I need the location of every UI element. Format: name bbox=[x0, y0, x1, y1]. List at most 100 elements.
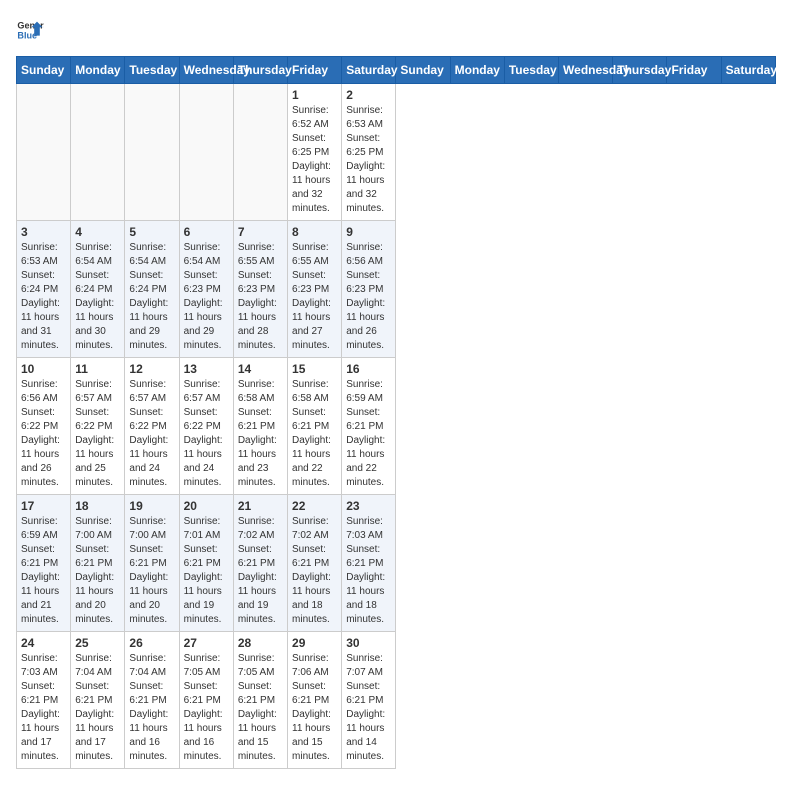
col-header-sunday: Sunday bbox=[396, 57, 450, 84]
week-row-4: 24Sunrise: 7:03 AM Sunset: 6:21 PM Dayli… bbox=[17, 632, 776, 769]
col-header-friday: Friday bbox=[667, 57, 721, 84]
calendar-cell: 15Sunrise: 6:58 AM Sunset: 6:21 PM Dayli… bbox=[288, 358, 342, 495]
header-thursday: Thursday bbox=[233, 57, 287, 84]
calendar-cell: 24Sunrise: 7:03 AM Sunset: 6:21 PM Dayli… bbox=[17, 632, 71, 769]
calendar-cell: 11 Sunrise: 6:57 AM Sunset: 6:22 PM Dayli… bbox=[71, 358, 125, 495]
calendar-cell bbox=[233, 84, 287, 221]
calendar-cell: 4 Sunrise: 6:54 AM Sunset: 6:24 PM Daylig… bbox=[71, 221, 125, 358]
header-sunday: Sunday bbox=[17, 57, 71, 84]
day-info: Sunrise: 6:57 AM Sunset: 6:22 PM Dayligh… bbox=[75, 378, 120, 490]
day-number: 20 bbox=[184, 499, 229, 513]
day-info: Sunrise: 6:55 AM Sunset: 6:23 PM Dayligh… bbox=[292, 241, 337, 353]
day-info: Sunrise: 6:52 AM Sunset: 6:25 PM Dayligh… bbox=[292, 104, 337, 216]
calendar-cell: 17 Sunrise: 6:59 AM Sunset: 6:21 PM Dayli… bbox=[17, 495, 71, 632]
calendar-cell: 21 Sunrise: 7:02 AM Sunset: 6:21 PM Dayli… bbox=[233, 495, 287, 632]
day-info: Sunrise: 6:58 AM Sunset: 6:21 PM Dayligh… bbox=[292, 378, 337, 490]
day-number: 19 bbox=[129, 499, 174, 513]
day-info: Sunrise: 6:54 AM Sunset: 6:24 PM Dayligh… bbox=[75, 241, 120, 353]
day-number: 18 bbox=[75, 499, 120, 513]
day-number: 26 bbox=[129, 636, 174, 650]
day-info: Sunrise: 7:05 AM Sunset: 6:21 PM Dayligh… bbox=[184, 652, 229, 764]
day-number: 1 bbox=[292, 88, 337, 102]
day-info: Sunrise: 6:53 AM Sunset: 6:25 PM Dayligh… bbox=[346, 104, 391, 216]
calendar-cell: 18 Sunrise: 7:00 AM Sunset: 6:21 PM Dayli… bbox=[71, 495, 125, 632]
day-info: Sunrise: 6:54 AM Sunset: 6:24 PM Dayligh… bbox=[129, 241, 174, 353]
day-info: Sunrise: 7:00 AM Sunset: 6:21 PM Dayligh… bbox=[75, 515, 120, 627]
header-saturday: Saturday bbox=[342, 57, 396, 84]
day-number: 11 bbox=[75, 362, 120, 376]
day-info: Sunrise: 6:59 AM Sunset: 6:21 PM Dayligh… bbox=[21, 515, 66, 627]
day-info: Sunrise: 7:00 AM Sunset: 6:21 PM Dayligh… bbox=[129, 515, 174, 627]
col-header-tuesday: Tuesday bbox=[504, 57, 558, 84]
day-number: 3 bbox=[21, 225, 66, 239]
header-wednesday: Wednesday bbox=[179, 57, 233, 84]
col-header-wednesday: Wednesday bbox=[559, 57, 613, 84]
calendar-cell: 13 Sunrise: 6:57 AM Sunset: 6:22 PM Dayli… bbox=[179, 358, 233, 495]
calendar-cell: 10Sunrise: 6:56 AM Sunset: 6:22 PM Dayli… bbox=[17, 358, 71, 495]
calendar-cell: 22 Sunrise: 7:02 AM Sunset: 6:21 PM Dayli… bbox=[288, 495, 342, 632]
day-number: 25 bbox=[75, 636, 120, 650]
header: General Blue bbox=[16, 16, 776, 44]
calendar-cell: 28Sunrise: 7:05 AM Sunset: 6:21 PM Dayli… bbox=[233, 632, 287, 769]
day-number: 28 bbox=[238, 636, 283, 650]
day-number: 5 bbox=[129, 225, 174, 239]
header-tuesday: Tuesday bbox=[125, 57, 179, 84]
calendar-cell: 26 Sunrise: 7:04 AM Sunset: 6:21 PM Dayli… bbox=[125, 632, 179, 769]
svg-text:Blue: Blue bbox=[17, 30, 37, 40]
col-header-monday: Monday bbox=[450, 57, 504, 84]
calendar-cell: 29Sunrise: 7:06 AM Sunset: 6:21 PM Dayli… bbox=[288, 632, 342, 769]
day-number: 30 bbox=[346, 636, 391, 650]
calendar-cell: 23 Sunrise: 7:03 AM Sunset: 6:21 PM Dayli… bbox=[342, 495, 396, 632]
day-info: Sunrise: 7:03 AM Sunset: 6:21 PM Dayligh… bbox=[346, 515, 391, 627]
calendar-cell: 30 Sunrise: 7:07 AM Sunset: 6:21 PM Dayli… bbox=[342, 632, 396, 769]
calendar-cell: 9Sunrise: 6:56 AM Sunset: 6:23 PM Daylig… bbox=[342, 221, 396, 358]
day-info: Sunrise: 6:54 AM Sunset: 6:23 PM Dayligh… bbox=[184, 241, 229, 353]
col-header-saturday: Saturday bbox=[721, 57, 775, 84]
day-info: Sunrise: 7:04 AM Sunset: 6:21 PM Dayligh… bbox=[129, 652, 174, 764]
week-row-2: 10Sunrise: 6:56 AM Sunset: 6:22 PM Dayli… bbox=[17, 358, 776, 495]
calendar-cell: 19 Sunrise: 7:00 AM Sunset: 6:21 PM Dayli… bbox=[125, 495, 179, 632]
calendar-cell: 6Sunrise: 6:54 AM Sunset: 6:23 PM Daylig… bbox=[179, 221, 233, 358]
day-number: 8 bbox=[292, 225, 337, 239]
day-number: 23 bbox=[346, 499, 391, 513]
day-number: 29 bbox=[292, 636, 337, 650]
day-number: 13 bbox=[184, 362, 229, 376]
day-info: Sunrise: 6:53 AM Sunset: 6:24 PM Dayligh… bbox=[21, 241, 66, 353]
calendar-cell: 5 Sunrise: 6:54 AM Sunset: 6:24 PM Daylig… bbox=[125, 221, 179, 358]
calendar-cell bbox=[71, 84, 125, 221]
day-number: 14 bbox=[238, 362, 283, 376]
calendar-cell: 2Sunrise: 6:53 AM Sunset: 6:25 PM Daylig… bbox=[342, 84, 396, 221]
calendar-cell: 3 Sunrise: 6:53 AM Sunset: 6:24 PM Daylig… bbox=[17, 221, 71, 358]
day-info: Sunrise: 7:07 AM Sunset: 6:21 PM Dayligh… bbox=[346, 652, 391, 764]
day-info: Sunrise: 7:01 AM Sunset: 6:21 PM Dayligh… bbox=[184, 515, 229, 627]
week-row-3: 17 Sunrise: 6:59 AM Sunset: 6:21 PM Dayli… bbox=[17, 495, 776, 632]
calendar-cell: 8 Sunrise: 6:55 AM Sunset: 6:23 PM Daylig… bbox=[288, 221, 342, 358]
day-number: 12 bbox=[129, 362, 174, 376]
day-number: 17 bbox=[21, 499, 66, 513]
day-number: 21 bbox=[238, 499, 283, 513]
week-row-1: 3 Sunrise: 6:53 AM Sunset: 6:24 PM Daylig… bbox=[17, 221, 776, 358]
calendar-cell: 12 Sunrise: 6:57 AM Sunset: 6:22 PM Dayli… bbox=[125, 358, 179, 495]
logo: General Blue bbox=[16, 16, 44, 44]
day-info: Sunrise: 7:02 AM Sunset: 6:21 PM Dayligh… bbox=[238, 515, 283, 627]
calendar-cell: 16 Sunrise: 6:59 AM Sunset: 6:21 PM Dayli… bbox=[342, 358, 396, 495]
calendar-cell: 1 Sunrise: 6:52 AM Sunset: 6:25 PM Daylig… bbox=[288, 84, 342, 221]
day-number: 27 bbox=[184, 636, 229, 650]
header-monday: Monday bbox=[71, 57, 125, 84]
calendar-cell: 27 Sunrise: 7:05 AM Sunset: 6:21 PM Dayli… bbox=[179, 632, 233, 769]
calendar-cell bbox=[17, 84, 71, 221]
day-info: Sunrise: 6:57 AM Sunset: 6:22 PM Dayligh… bbox=[129, 378, 174, 490]
week-row-0: 1 Sunrise: 6:52 AM Sunset: 6:25 PM Daylig… bbox=[17, 84, 776, 221]
calendar-header-row: SundayMondayTuesdayWednesdayThursdayFrid… bbox=[17, 57, 776, 84]
calendar-table: SundayMondayTuesdayWednesdayThursdayFrid… bbox=[16, 56, 776, 769]
day-info: Sunrise: 7:02 AM Sunset: 6:21 PM Dayligh… bbox=[292, 515, 337, 627]
calendar-cell bbox=[125, 84, 179, 221]
day-number: 4 bbox=[75, 225, 120, 239]
day-number: 24 bbox=[21, 636, 66, 650]
calendar-cell: 7Sunrise: 6:55 AM Sunset: 6:23 PM Daylig… bbox=[233, 221, 287, 358]
day-number: 16 bbox=[346, 362, 391, 376]
day-info: Sunrise: 6:59 AM Sunset: 6:21 PM Dayligh… bbox=[346, 378, 391, 490]
day-info: Sunrise: 6:57 AM Sunset: 6:22 PM Dayligh… bbox=[184, 378, 229, 490]
day-info: Sunrise: 6:55 AM Sunset: 6:23 PM Dayligh… bbox=[238, 241, 283, 353]
day-number: 22 bbox=[292, 499, 337, 513]
